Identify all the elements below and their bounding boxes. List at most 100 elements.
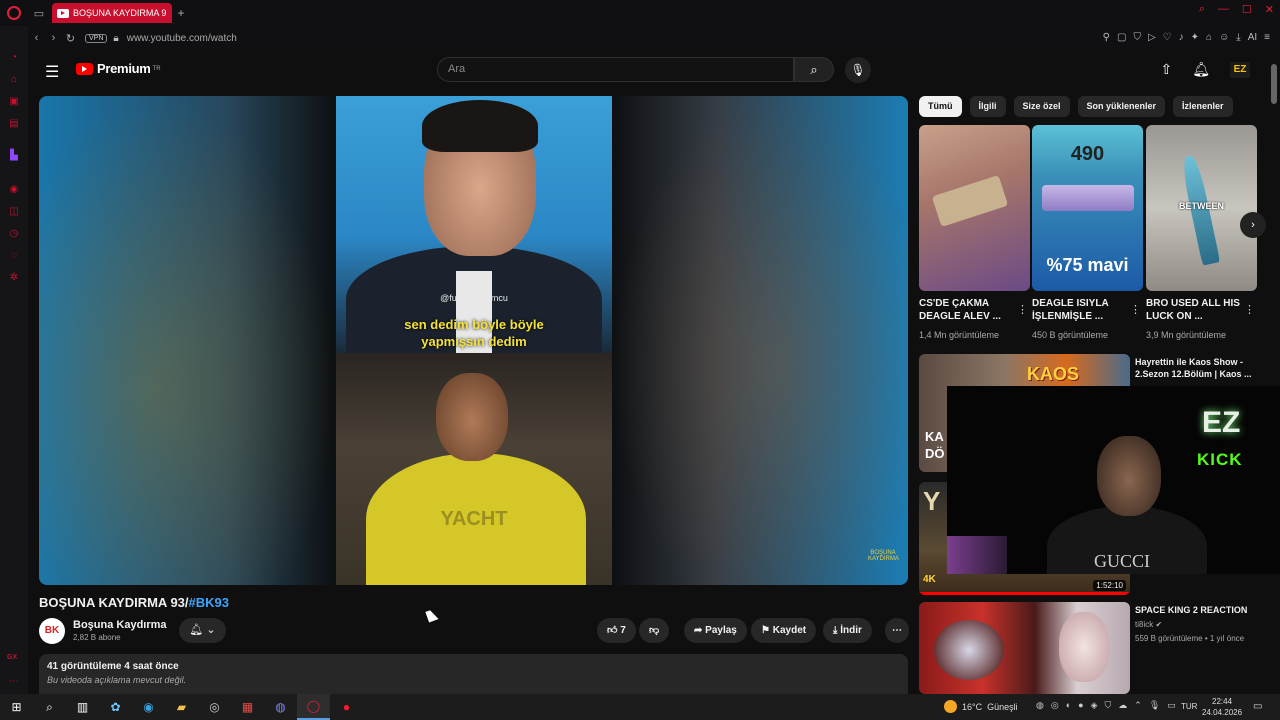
shield-icon[interactable]: ⛉ <box>1133 32 1141 43</box>
short-more-icon[interactable]: ⋮ <box>1017 303 1028 316</box>
recommendation-thumbnail[interactable] <box>919 602 1130 694</box>
short-more-icon[interactable]: ⋮ <box>1130 303 1141 316</box>
tray-shield-icon[interactable]: ⛉ <box>1105 700 1112 711</box>
play-icon[interactable]: ▷ <box>1148 32 1156 43</box>
keyboard-language[interactable]: TUR <box>1181 702 1197 711</box>
dislike-button[interactable]: 👎︎ <box>639 618 670 643</box>
short-item[interactable]: BETWEEN BRO USED ALL HIS LUCK ON ... 3,9… <box>1146 125 1257 355</box>
tray-cloud-icon[interactable]: ☁ <box>1118 700 1127 711</box>
subscription-bell-button[interactable]: 🔔︎ ⌄ <box>179 618 226 643</box>
weather-widget[interactable]: 16°C Güneşli <box>944 700 1018 713</box>
tray-mic-icon[interactable]: 🎙︎ <box>1149 700 1160 711</box>
gx-corner-label[interactable]: GX <box>7 654 17 661</box>
sidebar-game-icon[interactable]: ▣ <box>8 96 20 108</box>
minimize-icon[interactable]: — <box>1218 3 1229 16</box>
reload-icon[interactable]: ↻ <box>62 32 79 45</box>
chip-for-you[interactable]: Size özel <box>1013 96 1070 117</box>
recommendation-title[interactable]: SPACE KING 2 REACTION <box>1135 604 1257 616</box>
page-scrollbar[interactable] <box>1268 50 1280 694</box>
channel-avatar[interactable]: BK <box>39 618 65 644</box>
chip-related[interactable]: İlgili <box>969 96 1006 117</box>
search-tabs-icon[interactable]: ⌕ <box>1199 3 1205 16</box>
short-thumbnail[interactable] <box>919 125 1030 291</box>
more-actions-button[interactable]: ⋯ <box>885 618 909 643</box>
short-title[interactable]: BRO USED ALL HIS LUCK ON ... <box>1146 297 1240 323</box>
account-avatar[interactable]: EZ <box>1230 61 1250 78</box>
snapshot-icon[interactable]: ▢ <box>1117 32 1126 43</box>
sidebar-chat-icon[interactable]: ◌ <box>8 250 20 262</box>
sidebar-twitch-icon[interactable]: ▙ <box>8 150 20 162</box>
tray-monitor-icon[interactable]: ▭ <box>1167 700 1176 711</box>
user-icon[interactable]: ☺ <box>1219 32 1229 43</box>
channel-name[interactable]: Boşuna Kaydırma <box>73 619 167 631</box>
copilot-icon[interactable]: ✿ <box>99 694 132 720</box>
edge-icon[interactable]: ◉ <box>132 694 165 720</box>
taskbar-search-icon[interactable]: ⌕ <box>33 694 66 720</box>
menu-icon[interactable]: ≡ <box>1264 32 1270 43</box>
file-explorer-icon[interactable]: ▰ <box>165 694 198 720</box>
shorts-next-arrow-icon[interactable]: › <box>1240 212 1266 238</box>
forward-icon[interactable]: › <box>45 32 62 44</box>
sidebar-settings-icon[interactable]: ✲ <box>8 272 20 284</box>
extension-icon[interactable]: ♪ <box>1179 32 1184 43</box>
recommendation-item[interactable]: SPACE KING 2 REACTION ti8ick ✔ 559 B gör… <box>919 602 1257 694</box>
short-title[interactable]: CS'DE ÇAKMA DEAGLE ALEV ... <box>919 297 1013 323</box>
tray-discord-icon[interactable]: ◍ <box>1036 700 1044 711</box>
voice-search-button[interactable]: 🎙︎ <box>845 57 871 83</box>
pin-icon[interactable]: ⚲ <box>1103 32 1110 43</box>
tab-overview-icon[interactable]: ▭ <box>28 7 50 20</box>
search-input[interactable]: Ara <box>437 57 794 82</box>
close-icon[interactable]: ✕ <box>1265 3 1274 16</box>
tray-app-icon[interactable]: ◐ <box>1066 700 1071 711</box>
sidebar-cart-icon[interactable]: ⌂ <box>8 74 20 86</box>
short-title[interactable]: DEAGLE ISIYLA İŞLENMİŞLE ... <box>1032 297 1126 323</box>
sidebar-player-icon[interactable]: ◉ <box>8 184 20 196</box>
sidebar-feed-icon[interactable]: ◔ <box>8 52 20 64</box>
short-item[interactable]: 490 %75 mavi DEAGLE ISIYLA İŞLENMİŞLE ..… <box>1032 125 1143 355</box>
system-clock[interactable]: 22:44 24.04.2026 <box>1202 696 1242 718</box>
back-icon[interactable]: ‹ <box>28 32 45 44</box>
notification-icon[interactable]: ▭ <box>1253 701 1262 712</box>
sidebar-cube-icon[interactable]: ◫ <box>8 206 20 218</box>
discord-icon[interactable]: ◍ <box>264 694 297 720</box>
chip-watched[interactable]: İzlenenler <box>1173 96 1233 117</box>
browser-tab-active[interactable]: BOŞUNA KAYDIRMA 9 <box>52 3 172 23</box>
chip-recent[interactable]: Son yüklenenler <box>1077 96 1166 117</box>
sidebar-history-icon[interactable]: ◷ <box>8 228 20 240</box>
short-thumbnail[interactable]: 490 %75 mavi <box>1032 125 1143 291</box>
tray-record-icon[interactable]: ● <box>1078 700 1083 711</box>
opera-logo-icon[interactable] <box>0 0 28 26</box>
steam-icon[interactable]: ◎ <box>198 694 231 720</box>
short-thumbnail[interactable]: BETWEEN <box>1146 125 1257 291</box>
hamburger-menu-icon[interactable]: ☰ <box>45 62 59 82</box>
hashtag-link[interactable]: #BK93 <box>189 595 229 610</box>
notifications-bell-icon[interactable]: 🔔︎ <box>1192 61 1210 78</box>
youtube-premium-logo[interactable]: Premium TR <box>76 61 161 76</box>
maximize-icon[interactable]: ☐ <box>1242 3 1252 16</box>
sidebar-news-icon[interactable]: ▤ <box>8 118 20 130</box>
tray-steam-icon[interactable]: ◎ <box>1051 700 1059 711</box>
bookmark-icon[interactable]: ⌂ <box>1206 32 1212 43</box>
new-tab-icon[interactable]: + <box>172 6 190 20</box>
chip-all[interactable]: Tümü <box>919 96 962 117</box>
short-item[interactable]: CS'DE ÇAKMA DEAGLE ALEV ... 1,4 Mn görün… <box>919 125 1030 355</box>
url-field[interactable]: www.youtube.com/watch <box>127 33 237 44</box>
tray-chevron-icon[interactable]: ⌃ <box>1134 700 1142 711</box>
search-button[interactable]: ⌕ <box>794 57 834 82</box>
upload-icon[interactable]: ⇧ <box>1160 61 1172 78</box>
like-button[interactable]: 👍︎ 7 <box>597 618 636 643</box>
share-button[interactable]: ➦ Paylaş <box>684 618 747 643</box>
puzzle-icon[interactable]: ✦ <box>1191 32 1199 43</box>
opera-taskbar-icon[interactable]: ● <box>330 694 363 720</box>
download-icon[interactable]: ⤓ <box>1236 32 1240 43</box>
sidebar-more-icon[interactable]: ⋯ <box>8 676 20 688</box>
video-player[interactable]: @futbollyorumcu sen dedim böyle böyle ya… <box>39 96 908 585</box>
heart-icon[interactable]: ♡ <box>1163 32 1172 43</box>
scrollbar-thumb[interactable] <box>1271 64 1277 104</box>
description-box[interactable]: 41 görüntüleme 4 saat önce Bu videoda aç… <box>39 654 908 694</box>
tray-game-icon[interactable]: ◈ <box>1091 700 1098 711</box>
windows-start-icon[interactable]: ⊞ <box>0 694 33 720</box>
ai-button[interactable]: AI <box>1248 32 1257 43</box>
recommendation-title[interactable]: Hayrettin ile Kaos Show - 2.Sezon 12.Böl… <box>1135 356 1257 380</box>
save-button[interactable]: ⚑ Kaydet <box>751 618 817 643</box>
